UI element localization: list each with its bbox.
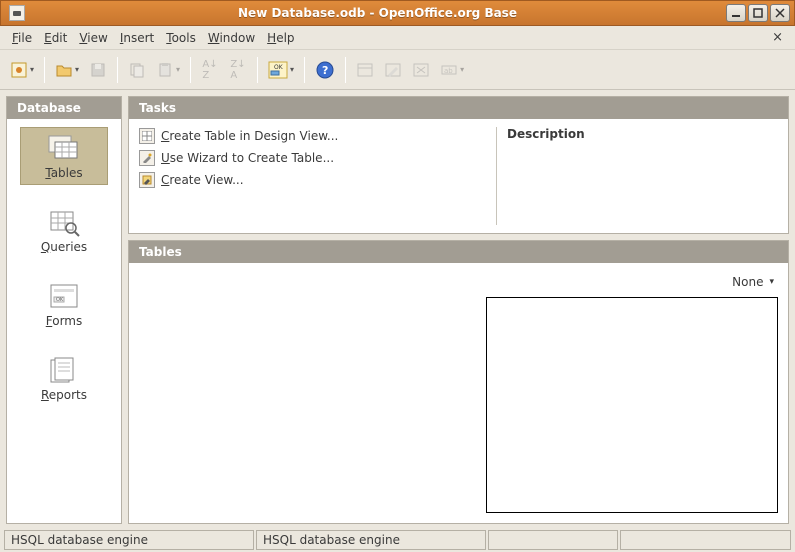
main-area: Database Tables Queries OK Forms	[0, 90, 795, 530]
status-cell-1: HSQL database engine	[4, 530, 254, 550]
copy-button	[124, 56, 150, 84]
sort-desc-button: Z↓A	[225, 56, 251, 84]
svg-text:OK: OK	[56, 297, 64, 303]
database-sidebar: Database Tables Queries OK Forms	[6, 96, 122, 524]
table-delete-button	[408, 56, 434, 84]
task-create-table-design[interactable]: Create Table in Design View...	[139, 127, 486, 145]
window-title: New Database.odb - OpenOffice.org Base	[29, 6, 726, 20]
task-create-view[interactable]: Create View...	[139, 171, 486, 189]
svg-text:ab: ab	[444, 67, 453, 75]
svg-text:OK: OK	[274, 64, 284, 71]
toolbar-separator	[44, 57, 45, 83]
toolbar: ▾ ▾ ▾ A↓Z Z↓A OK ▾ ? ab ▾	[0, 50, 795, 90]
menu-file[interactable]: File	[6, 29, 38, 47]
table-rename-button: ab ▾	[436, 56, 468, 84]
preview-mode-label: None	[732, 275, 763, 289]
menu-bar: File Edit View Insert Tools Window Help …	[0, 26, 795, 50]
tables-icon	[45, 134, 83, 164]
table-design-icon	[139, 128, 155, 144]
sidebar-item-reports[interactable]: Reports	[20, 349, 108, 407]
table-edit-button	[380, 56, 406, 84]
toolbar-separator	[304, 57, 305, 83]
task-create-table-wizard[interactable]: Use Wizard to Create Table...	[139, 149, 486, 167]
status-cell-2: HSQL database engine	[256, 530, 486, 550]
sort-asc-button: A↓Z	[197, 56, 223, 84]
save-button	[85, 56, 111, 84]
sidebar-item-tables[interactable]: Tables	[20, 127, 108, 185]
tasks-header: Tasks	[129, 97, 788, 119]
toolbar-separator	[190, 57, 191, 83]
menu-view[interactable]: View	[73, 29, 113, 47]
menu-window[interactable]: Window	[202, 29, 261, 47]
tables-header: Tables	[129, 241, 788, 263]
sidebar-item-forms[interactable]: OK Forms	[20, 275, 108, 333]
task-list: Create Table in Design View... Use Wizar…	[139, 127, 486, 225]
description-header: Description	[507, 127, 778, 141]
help-button[interactable]: ?	[311, 56, 339, 84]
table-new-button	[352, 56, 378, 84]
menu-tools[interactable]: Tools	[160, 29, 202, 47]
forms-icon: OK	[45, 282, 83, 312]
menu-edit[interactable]: Edit	[38, 29, 73, 47]
task-label: Create Table in Design View...	[161, 129, 338, 143]
reports-icon	[45, 356, 83, 386]
toolbar-separator	[257, 57, 258, 83]
app-icon	[9, 5, 25, 21]
menu-help[interactable]: Help	[261, 29, 300, 47]
preview-mode-selector[interactable]: None ▾	[728, 273, 778, 291]
maximize-button[interactable]	[748, 4, 768, 22]
wizard-icon	[139, 150, 155, 166]
tables-list-area[interactable]	[139, 273, 476, 513]
open-button[interactable]: ▾	[51, 56, 83, 84]
status-cell-4	[620, 530, 791, 550]
close-document-button[interactable]: ×	[766, 28, 789, 47]
minimize-button[interactable]	[726, 4, 746, 22]
sidebar-item-label: Forms	[46, 314, 83, 328]
sidebar-item-label: Queries	[41, 240, 87, 254]
new-button[interactable]: ▾	[6, 56, 38, 84]
toolbar-separator	[345, 57, 346, 83]
tables-panel: Tables None ▾	[128, 240, 789, 524]
task-label: Use Wizard to Create Table...	[161, 151, 334, 165]
sidebar-item-label: Tables	[45, 166, 82, 180]
svg-text:?: ?	[322, 64, 328, 77]
queries-icon	[45, 208, 83, 238]
close-window-button[interactable]	[770, 4, 790, 22]
menu-insert[interactable]: Insert	[114, 29, 160, 47]
status-cell-3	[488, 530, 618, 550]
sidebar-item-queries[interactable]: Queries	[20, 201, 108, 259]
chevron-down-icon: ▾	[769, 277, 774, 287]
sidebar-header: Database	[7, 97, 121, 119]
task-label: Create View...	[161, 173, 244, 187]
description-area: Description	[496, 127, 778, 225]
paste-button: ▾	[152, 56, 184, 84]
window-titlebar: New Database.odb - OpenOffice.org Base	[0, 0, 795, 26]
preview-box	[486, 297, 778, 513]
tasks-panel: Tasks Create Table in Design View... Use…	[128, 96, 789, 234]
toolbar-separator	[117, 57, 118, 83]
form-button[interactable]: OK ▾	[264, 56, 298, 84]
view-icon	[139, 172, 155, 188]
status-bar: HSQL database engine HSQL database engin…	[0, 530, 795, 552]
sidebar-item-label: Reports	[41, 388, 87, 402]
